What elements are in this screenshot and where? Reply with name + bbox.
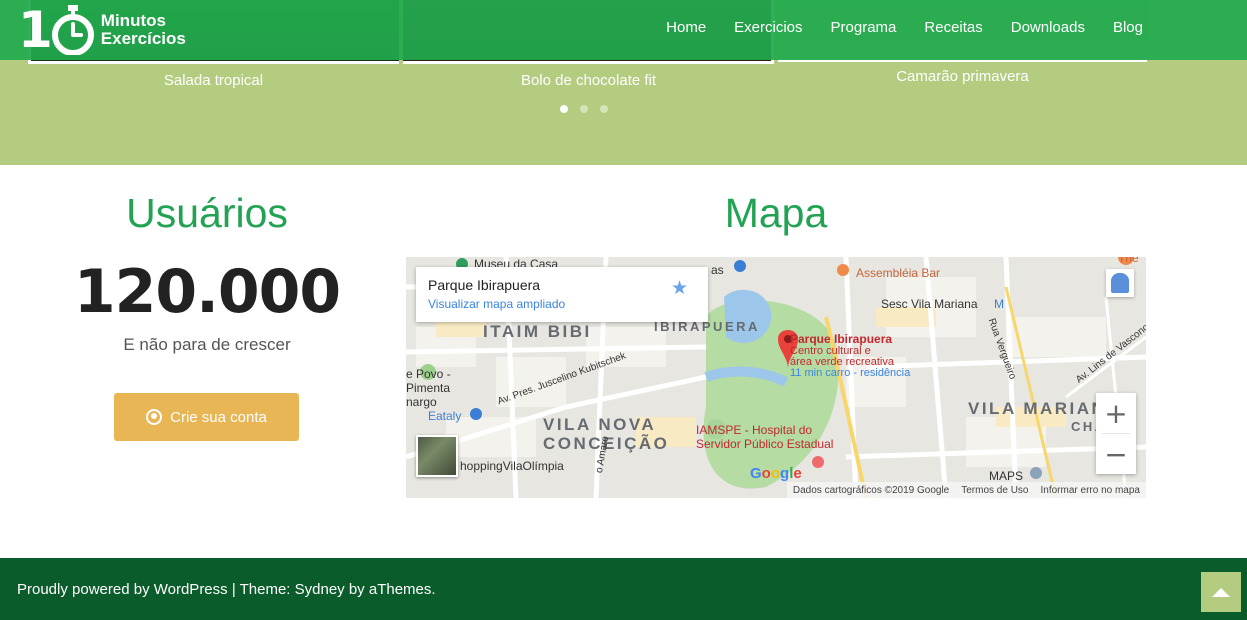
nav-downloads[interactable]: Downloads [1011, 19, 1085, 36]
site-header: 1 Minutos Exercícios Home Exercicios Pro… [0, 0, 1247, 60]
marker-title[interactable]: Parque Ibirapuera [790, 332, 892, 346]
map-poi-assembleia[interactable]: Assembléia Bar [856, 266, 940, 280]
pegman-icon [1111, 273, 1129, 293]
map-poi-maps[interactable]: MAPS [989, 469, 1023, 483]
site-footer: Proudly powered by WordPress | Theme: Sy… [0, 558, 1247, 620]
map-label-itaim: ITAIM BIBI [483, 322, 592, 341]
theme-link[interactable]: Theme: Sydney by aThemes. [240, 581, 436, 598]
logo-line-1: Minutos [100, 11, 166, 30]
slider-dot-3[interactable] [600, 105, 608, 113]
slide-caption-2[interactable]: Bolo de chocolate fit [403, 72, 774, 89]
satellite-toggle[interactable] [416, 435, 458, 477]
map-poi-shopping[interactable]: hoppingVilaOlímpia [460, 459, 564, 473]
map-footer: Dados cartográficos ©2019 Google Termos … [786, 482, 1146, 498]
zoom-in-button[interactable]: + [1096, 393, 1136, 433]
scroll-to-top-button[interactable] [1201, 572, 1241, 612]
map-label-vila-nova: VILA NOVA [543, 415, 657, 434]
logo-text: Minutos Exercícios [101, 12, 186, 48]
map-poi-eataly[interactable]: Eataly [428, 409, 461, 423]
stopwatch-icon [51, 5, 94, 55]
map-poi-iamspe-2[interactable]: Servidor Público Estadual [696, 437, 833, 451]
map-poi-nargo[interactable]: nargo [406, 395, 437, 409]
map-attribution: Dados cartográficos ©2019 Google [792, 484, 950, 496]
create-account-button[interactable]: Crie sua conta [114, 393, 299, 441]
slide-caption-3[interactable]: Camarão primavera [778, 68, 1147, 85]
zoom-out-button[interactable]: − [1096, 434, 1136, 474]
nav-exercicios[interactable]: Exercicios [734, 19, 802, 36]
map-poi-sesc[interactable]: Sesc Vila Mariana [881, 297, 978, 311]
zoom-controls: + − [1096, 393, 1136, 474]
map-poi-povo[interactable]: e Povo - [406, 367, 451, 381]
slider-dot-2[interactable] [580, 105, 588, 113]
map-poi-pimenta[interactable]: Pimenta [406, 381, 450, 395]
wordpress-link[interactable]: Proudly powered by WordPress [17, 581, 228, 598]
users-subtitle: E não para de crescer [123, 335, 291, 354]
map-terms-link[interactable]: Termos de Uso [961, 485, 1028, 496]
map-poi-the[interactable]: The [1118, 257, 1139, 265]
user-circle-icon [146, 409, 163, 425]
nav-programa[interactable]: Programa [831, 19, 897, 36]
marker-travel-time: 11 min carro - residência [790, 367, 911, 379]
map-poi-iamspe-1[interactable]: IAMSPE - Hospital do [696, 423, 812, 437]
users-count: 120.000 [73, 257, 341, 327]
footer-separator: | [227, 581, 240, 598]
logo-number: 1 [18, 2, 95, 58]
map-label-vila-mariana: VILA MARIAN [968, 399, 1107, 418]
map-title: Mapa [724, 190, 828, 236]
main-nav: Home Exercicios Programa Receitas Downlo… [666, 19, 1143, 36]
map-report-link[interactable]: Informar erro no mapa [1041, 485, 1141, 496]
google-logo: Google [750, 465, 802, 482]
nav-receitas[interactable]: Receitas [924, 19, 982, 36]
map-poi-metro[interactable]: M [994, 297, 1004, 311]
slide-caption-1[interactable]: Salada tropical [28, 72, 399, 89]
save-star-icon[interactable]: ★ [671, 277, 688, 299]
arrow-up-icon [1212, 587, 1230, 597]
nav-blog[interactable]: Blog [1113, 19, 1143, 36]
slider-dot-1[interactable] [560, 105, 568, 113]
view-larger-map-link[interactable]: Visualizar mapa ampliado [428, 297, 565, 311]
create-account-label: Crie sua conta [170, 408, 267, 426]
logo-digit-one: 1 [18, 1, 53, 59]
site-logo[interactable]: 1 Minutos Exercícios [18, 2, 186, 58]
nav-home[interactable]: Home [666, 19, 706, 36]
users-title: Usuários [126, 190, 288, 236]
slider-dots [560, 105, 608, 113]
logo-line-2: Exercícios [100, 29, 186, 48]
map-poi-pedras[interactable]: as [711, 263, 724, 277]
users-section: Usuários 120.000 E não para de crescer C… [60, 190, 354, 441]
footer-credits: Proudly powered by WordPress | Theme: Sy… [17, 581, 436, 598]
map-info-card: Parque Ibirapuera Visualizar mapa amplia… [416, 267, 708, 322]
google-map[interactable]: ITAIM BIBI IBIRAPUERA VILA NOVA CONCEIÇÃ… [406, 257, 1146, 498]
street-view-pegman[interactable] [1106, 269, 1134, 297]
info-place-name: Parque Ibirapuera [428, 277, 541, 293]
